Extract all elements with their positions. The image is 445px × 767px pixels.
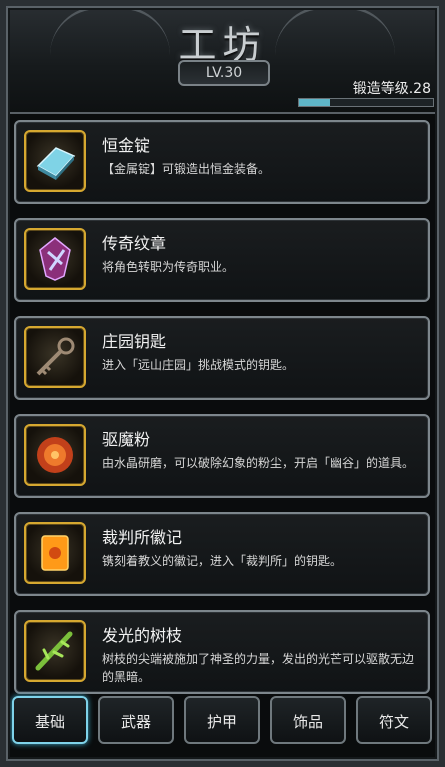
- item-name: 庄园钥匙: [102, 332, 167, 351]
- tab-weapons[interactable]: 武器: [98, 696, 174, 744]
- tab-basic[interactable]: 基础: [12, 696, 88, 744]
- item-desc: 树枝的尖端被施加了神圣的力量，发出的光芒可以驱散无边的黑暗。: [102, 652, 415, 684]
- item-name: 发光的树枝: [102, 626, 183, 645]
- tab-accessories[interactable]: 饰品: [270, 696, 346, 744]
- forge-progress-fill: [299, 99, 330, 106]
- header-bar: 工坊 LV.30 锻造等级.28: [0, 0, 445, 114]
- item-desc: 镌刻着教义的徽记，进入「裁判所」的钥匙。: [102, 554, 343, 568]
- item-desc: 由水晶研磨，可以破除幻象的粉尘，开启「幽谷」的道具。: [102, 456, 415, 470]
- key-icon: [24, 326, 86, 388]
- powder-icon: [24, 424, 86, 486]
- craft-item[interactable]: 驱魔粉 由水晶研磨，可以破除幻象的粉尘，开启「幽谷」的道具。: [14, 414, 430, 498]
- level-badge: LV.30: [178, 60, 270, 86]
- forge-level-label: 锻造等级.28: [352, 81, 431, 97]
- craft-item[interactable]: 发光的树枝 树枝的尖端被施加了神圣的力量，发出的光芒可以驱散无边的黑暗。: [14, 610, 430, 694]
- tab-runes[interactable]: 符文: [356, 696, 432, 744]
- item-desc: 进入「远山庄园」挑战模式的钥匙。: [102, 358, 295, 372]
- craft-item[interactable]: 恒金锭 【金属锭】可锻造出恒金装备。: [14, 120, 430, 204]
- forge-progress-bar: [298, 98, 434, 107]
- insignia-icon: [24, 522, 86, 584]
- item-desc: 【金属锭】可锻造出恒金装备。: [102, 162, 271, 176]
- item-desc: 将角色转职为传奇职业。: [102, 260, 235, 274]
- category-tabs: 基础 武器 护甲 饰品 符文: [12, 696, 432, 750]
- item-name: 恒金锭: [102, 136, 151, 155]
- tab-armor[interactable]: 护甲: [184, 696, 260, 744]
- ingot-icon: [24, 130, 86, 192]
- item-name: 驱魔粉: [102, 430, 151, 449]
- craft-item-list[interactable]: 恒金锭 【金属锭】可锻造出恒金装备。 传奇纹章 将角色转职为传奇职业。 庄园钥匙…: [14, 120, 430, 708]
- craft-item[interactable]: 传奇纹章 将角色转职为传奇职业。: [14, 218, 430, 302]
- emblem-icon: [24, 228, 86, 290]
- craft-item[interactable]: 庄园钥匙 进入「远山庄园」挑战模式的钥匙。: [14, 316, 430, 400]
- branch-icon: [24, 620, 86, 682]
- item-name: 传奇纹章: [102, 234, 167, 253]
- item-name: 裁判所徽记: [102, 528, 183, 547]
- craft-item[interactable]: 裁判所徽记 镌刻着教义的徽记，进入「裁判所」的钥匙。: [14, 512, 430, 596]
